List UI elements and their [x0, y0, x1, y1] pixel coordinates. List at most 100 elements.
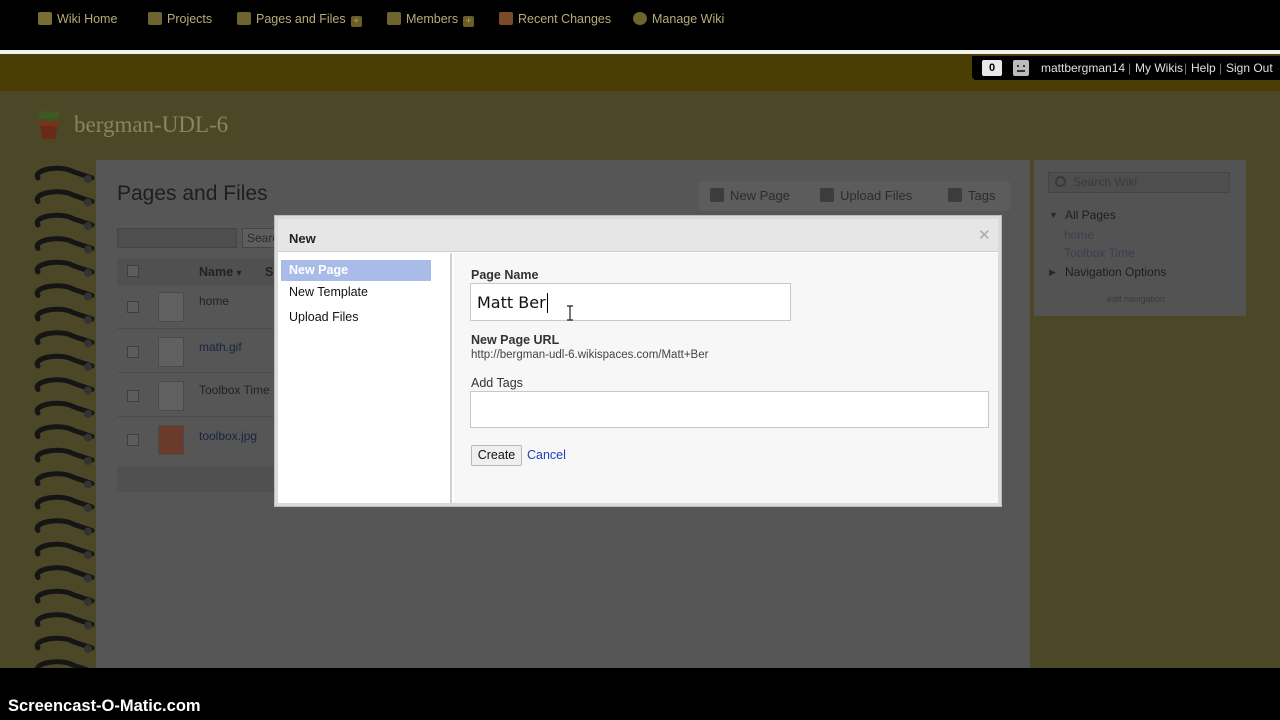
page-file-icon	[158, 381, 184, 411]
sort-down-icon: ▾	[236, 268, 242, 279]
nav-item-recent-changes[interactable]: Recent Changes	[499, 11, 611, 27]
spiral-hole	[84, 292, 92, 301]
file-link-home[interactable]: home	[199, 294, 229, 308]
projects-icon	[148, 12, 162, 25]
sidebar-page-home[interactable]: home	[1064, 228, 1094, 242]
add-tags-label: Add Tags	[471, 376, 523, 390]
search-placeholder: Search Wiki	[1073, 175, 1138, 189]
tag-icon	[948, 188, 962, 202]
dialog-menu: New Page New Template Upload Files	[278, 253, 452, 503]
upload-files-button[interactable]: Upload Files	[820, 188, 912, 203]
spiral-hole	[84, 269, 92, 277]
separator: |	[1128, 61, 1132, 75]
spiral-coil	[34, 588, 95, 604]
spiral-coil	[34, 189, 95, 204]
sidebar-item-all-pages[interactable]: All Pages	[1065, 208, 1116, 222]
notebook-spiral-decoration	[34, 165, 95, 668]
row-checkbox[interactable]	[127, 346, 139, 358]
avatar[interactable]	[1013, 60, 1029, 76]
wiki-search-input[interactable]: Search Wiki	[1048, 172, 1230, 193]
nav-item-label: Members	[406, 12, 459, 26]
spiral-hole	[84, 198, 92, 207]
wiki-title[interactable]: bergman-UDL-6	[74, 112, 228, 138]
menu-item-new-page[interactable]: New Page	[281, 260, 431, 281]
spiral-hole	[84, 386, 92, 395]
select-all-checkbox[interactable]	[127, 265, 139, 277]
nav-item-manage-wiki[interactable]: Manage Wiki	[633, 11, 724, 27]
row-checkbox[interactable]	[127, 390, 139, 402]
spiral-hole	[84, 574, 92, 583]
separator: |	[1184, 61, 1188, 75]
file-link-math-gif[interactable]: math.gif	[199, 340, 242, 354]
nav-item-projects[interactable]: Projects	[148, 11, 212, 27]
new-page-url-value: http://bergman-udl-6.wikispaces.com/Matt…	[471, 349, 709, 361]
spiral-hole	[84, 433, 92, 442]
spiral-coil	[34, 330, 95, 345]
spiral-hole	[84, 598, 92, 606]
search-icon	[1055, 176, 1066, 187]
spiral-coil	[34, 494, 95, 510]
row-checkbox[interactable]	[127, 301, 139, 313]
spiral-hole	[84, 339, 92, 348]
row-checkbox[interactable]	[127, 434, 139, 446]
text-caret	[547, 293, 548, 313]
sidebar-item-navigation-options[interactable]: Navigation Options	[1065, 265, 1166, 279]
tags-button[interactable]: Tags	[948, 188, 995, 203]
dialog-title: New	[289, 231, 316, 246]
file-link-toolbox-jpg[interactable]: toolbox.jpg	[199, 429, 257, 443]
username-link[interactable]: mattbergman14	[1041, 61, 1125, 75]
sign-out-link[interactable]: Sign Out	[1226, 61, 1273, 75]
create-button[interactable]: Create	[471, 445, 522, 466]
spiral-coil	[34, 471, 95, 486]
sidebar-page-toolbox-time[interactable]: Toolbox Time	[1064, 246, 1135, 260]
add-tags-input[interactable]	[470, 391, 989, 428]
nav-item-label: Projects	[167, 12, 213, 26]
members-icon	[387, 12, 401, 25]
pages-icon	[237, 12, 251, 25]
row-divider	[117, 372, 279, 373]
files-search-input[interactable]	[117, 228, 237, 248]
close-icon[interactable]: ✕	[978, 228, 991, 243]
gear-icon	[633, 12, 647, 25]
new-page-url-label: New Page URL	[471, 333, 560, 347]
nav-item-pages-and-files[interactable]: Pages and Files +	[237, 11, 362, 27]
help-link[interactable]: Help	[1191, 61, 1216, 75]
my-wikis-link[interactable]: My Wikis	[1135, 61, 1183, 75]
spiral-hole	[84, 457, 92, 465]
menu-item-new-template[interactable]: New Template	[281, 282, 431, 303]
page-name-input[interactable]	[470, 283, 791, 321]
spiral-coil	[34, 635, 95, 651]
cancel-link[interactable]: Cancel	[527, 448, 566, 462]
page-title: Pages and Files	[117, 182, 268, 205]
new-page-button[interactable]: New Page	[710, 188, 790, 203]
spiral-hole	[84, 551, 92, 559]
expanded-triangle-icon[interactable]: ▼	[1049, 210, 1058, 220]
add-member-plus-icon[interactable]: +	[463, 16, 475, 27]
column-header-name[interactable]: Name ▾	[199, 265, 242, 279]
menu-item-upload-files[interactable]: Upload Files	[281, 307, 431, 328]
spiral-hole	[84, 410, 92, 418]
add-page-plus-icon[interactable]: +	[350, 16, 362, 27]
nav-item-label: Recent Changes	[518, 12, 612, 26]
edit-navigation-link[interactable]: edit navigation	[1107, 294, 1165, 304]
upload-icon	[820, 188, 834, 202]
column-header-second[interactable]: S	[265, 265, 273, 279]
spiral-coil	[34, 236, 95, 251]
files-table-footer	[117, 466, 279, 492]
new-page-icon	[710, 188, 724, 202]
collapsed-triangle-icon[interactable]: ▶	[1049, 267, 1056, 278]
message-count-badge[interactable]: 0	[982, 60, 1002, 76]
nav-item-wiki-home[interactable]: Wiki Home	[38, 11, 117, 27]
page-name-label: Page Name	[471, 268, 539, 282]
calendar-icon	[499, 12, 513, 25]
spiral-coil	[34, 518, 95, 533]
page-file-icon	[158, 292, 184, 322]
spiral-hole	[84, 245, 92, 254]
spiral-hole	[84, 621, 92, 630]
nav-item-members[interactable]: Members +	[387, 11, 475, 27]
image-file-icon	[158, 337, 184, 367]
spiral-coil	[34, 212, 95, 228]
row-divider	[117, 416, 279, 417]
spiral-hole	[84, 504, 92, 512]
file-link-toolbox-time[interactable]: Toolbox Time	[199, 383, 270, 397]
